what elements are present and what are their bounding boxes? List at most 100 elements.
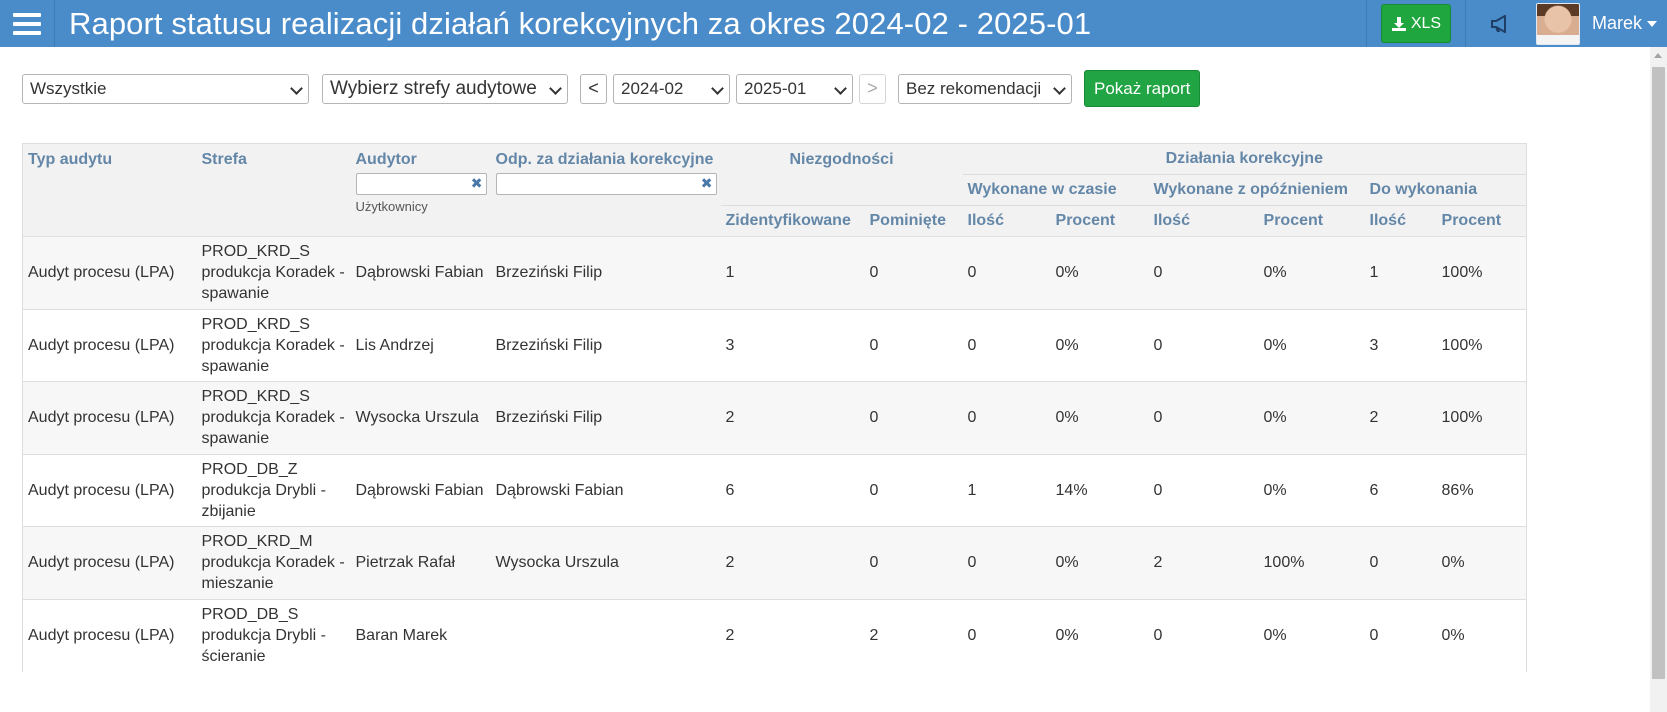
next-period-button[interactable]: > xyxy=(859,73,886,104)
cell-pominiete: 0 xyxy=(864,308,963,382)
header-dw-ilosc[interactable]: Ilość xyxy=(1364,205,1437,237)
cell-wc-ilosc: 0 xyxy=(962,236,1051,309)
strefa-code: PROD_KRD_M xyxy=(201,533,313,551)
cell-wc-procent: 0% xyxy=(1050,381,1149,454)
cell-strefa: PROD_KRD_S produkcja Koradek - spawanie xyxy=(196,308,351,382)
cell-wc-procent: 14% xyxy=(1050,453,1149,527)
header-wykonane-z-opoznieniem: Wykonane z opóźnieniem xyxy=(1148,174,1365,206)
page-scrollbar[interactable] xyxy=(1650,47,1667,712)
cell-audytor: Pietrzak Rafał xyxy=(350,526,491,599)
cell-wo-ilosc: 0 xyxy=(1148,381,1259,454)
cell-zidentyfikowane: 2 xyxy=(720,598,865,672)
table-row: Audyt procesu (LPA) PROD_DB_Z produkcja D… xyxy=(22,453,1527,527)
cell-wo-ilosc: 2 xyxy=(1148,526,1259,599)
menu-toggle-button[interactable] xyxy=(0,0,55,47)
header-zidentyfikowane[interactable]: Zidentyfikowane xyxy=(720,205,865,237)
cell-wc-procent: 0% xyxy=(1050,526,1149,599)
chevron-down-icon xyxy=(549,81,562,95)
cell-wc-ilosc: 0 xyxy=(962,308,1051,382)
header-strefa[interactable]: Strefa xyxy=(196,143,351,237)
cell-wo-ilosc: 0 xyxy=(1148,236,1259,309)
cell-dw-ilosc: 1 xyxy=(1364,236,1437,309)
header-typ-audytu[interactable]: Typ audytu xyxy=(22,143,197,237)
chevron-down-icon xyxy=(834,81,847,95)
header-audytor[interactable]: Audytor xyxy=(356,151,486,169)
cell-wc-procent: 0% xyxy=(1050,308,1149,382)
report-table: Typ audytu Strefa Audytor ✖ Użytkownicy … xyxy=(22,143,1527,672)
header-niezgodnosci: Niezgodności xyxy=(720,143,963,206)
header-audytor-cell: Audytor ✖ Użytkownicy xyxy=(350,143,491,237)
scroll-up-arrow-icon[interactable] xyxy=(1654,53,1662,58)
cell-audytor: Dąbrowski Fabian xyxy=(350,453,491,527)
user-menu[interactable]: Marek xyxy=(1580,13,1667,34)
strefa-sub: spawanie xyxy=(201,285,270,303)
cell-zidentyfikowane: 2 xyxy=(720,526,865,599)
date-to-value: 2025-01 xyxy=(744,78,807,98)
cell-wc-ilosc: 0 xyxy=(962,526,1051,599)
cell-dw-ilosc: 0 xyxy=(1364,526,1437,599)
cell-dw-procent: 100% xyxy=(1436,236,1527,309)
cell-wc-procent: 0% xyxy=(1050,236,1149,309)
clear-x-icon[interactable]: ✖ xyxy=(471,175,483,192)
cell-wo-ilosc: 0 xyxy=(1148,598,1259,672)
cell-wo-procent: 0% xyxy=(1258,598,1365,672)
date-to-select[interactable]: 2025-01 xyxy=(736,73,853,104)
header-pominiete[interactable]: Pominięte xyxy=(864,205,963,237)
cell-wo-procent: 0% xyxy=(1258,308,1365,382)
scrollbar-thumb[interactable] xyxy=(1652,67,1665,679)
chevron-down-icon xyxy=(711,81,724,95)
cell-dw-ilosc: 6 xyxy=(1364,453,1437,527)
strefa-name: produkcja Koradek - xyxy=(201,336,345,354)
megaphone-icon xyxy=(1490,14,1506,33)
cell-wc-procent: 0% xyxy=(1050,598,1149,672)
strefa-name: produkcja Koradek - xyxy=(201,264,345,282)
audit-zones-select[interactable]: Wybierz strefy audytowe xyxy=(322,73,568,104)
cell-dw-ilosc: 3 xyxy=(1364,308,1437,382)
cell-wo-ilosc: 0 xyxy=(1148,308,1259,382)
header-odp[interactable]: Odp. za działania korekcyjne xyxy=(496,151,716,169)
strefa-code: PROD_KRD_S xyxy=(201,243,310,261)
audit-type-select[interactable]: Wszystkie xyxy=(22,73,309,104)
table-row: Audyt procesu (LPA) PROD_DB_S produkcja D… xyxy=(22,598,1527,672)
header-wo-ilosc[interactable]: Ilość xyxy=(1148,205,1259,237)
auditor-filter-sublabel: Użytkownicy xyxy=(355,199,428,214)
cell-odp: Dąbrowski Fabian xyxy=(490,453,721,527)
strefa-code: PROD_KRD_S xyxy=(201,315,310,333)
header-wc-procent[interactable]: Procent xyxy=(1050,205,1149,237)
cell-wc-ilosc: 1 xyxy=(962,453,1051,527)
header-wc-ilosc[interactable]: Ilość xyxy=(962,205,1051,237)
cell-strefa: PROD_DB_Z produkcja Drybli - zbijanie xyxy=(196,453,351,527)
table-row: Audyt procesu (LPA) PROD_KRD_S produkcja … xyxy=(22,381,1527,454)
top-navbar: Raport statusu realizacji działań korekc… xyxy=(0,0,1667,47)
report-table-container: Typ audytu Strefa Audytor ✖ Użytkownicy … xyxy=(22,143,1527,672)
audit-zones-select-value: Wybierz strefy audytowe xyxy=(330,77,537,99)
cell-dw-procent: 100% xyxy=(1436,308,1527,382)
header-dw-procent[interactable]: Procent xyxy=(1436,205,1527,237)
cell-pominiete: 0 xyxy=(864,453,963,527)
responsible-filter-input[interactable]: ✖ xyxy=(495,173,717,195)
avatar[interactable] xyxy=(1535,2,1580,45)
export-xls-button[interactable]: XLS xyxy=(1380,4,1451,43)
header-wo-procent[interactable]: Procent xyxy=(1258,205,1365,237)
show-report-button[interactable]: Pokaż raport xyxy=(1084,70,1201,107)
cell-zidentyfikowane: 2 xyxy=(720,381,865,454)
cell-audytor: Lis Andrzej xyxy=(350,308,491,382)
date-from-select[interactable]: 2024-02 xyxy=(613,73,730,104)
previous-period-button[interactable]: < xyxy=(580,73,607,104)
cell-strefa: PROD_KRD_M produkcja Koradek - mieszanie xyxy=(196,526,351,599)
cell-zidentyfikowane: 6 xyxy=(720,453,865,527)
auditor-filter-input[interactable]: ✖ xyxy=(355,173,487,195)
strefa-name: produkcja Drybli - xyxy=(201,481,326,499)
cell-typ: Audyt procesu (LPA) xyxy=(22,236,197,309)
recommendation-select[interactable]: Bez rekomendacji xyxy=(898,73,1072,104)
strefa-code: PROD_KRD_S xyxy=(201,388,310,406)
cell-typ: Audyt procesu (LPA) xyxy=(22,308,197,382)
announcements-button[interactable] xyxy=(1466,0,1536,47)
chevron-down-icon xyxy=(1053,81,1066,95)
date-from-value: 2024-02 xyxy=(621,78,684,98)
cell-audytor: Dąbrowski Fabian xyxy=(350,236,491,309)
filter-bar: Wszystkie Wybierz strefy audytowe < 2024… xyxy=(22,70,1201,107)
clear-x-icon[interactable]: ✖ xyxy=(701,175,713,192)
table-row: Audyt procesu (LPA) PROD_KRD_S produkcja … xyxy=(22,236,1527,309)
cell-dw-procent: 86% xyxy=(1436,453,1527,527)
